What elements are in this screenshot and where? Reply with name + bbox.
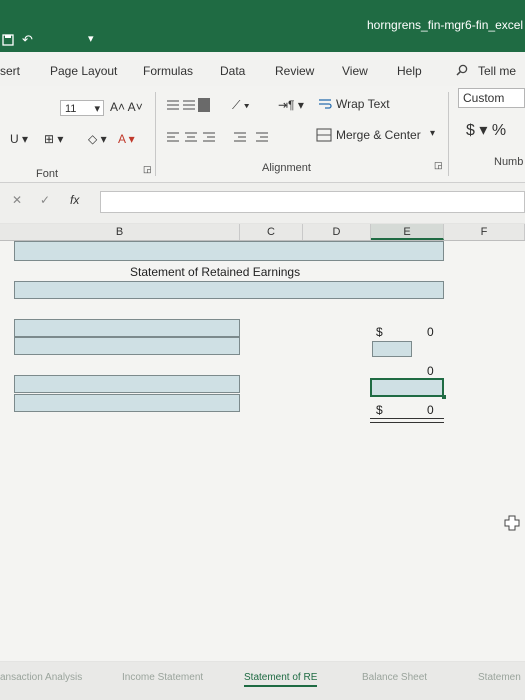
worksheet-grid[interactable]: Statement of Retained Earnings $ 0 0 $ 0 — [0, 241, 525, 661]
top-align-icon[interactable] — [166, 98, 210, 115]
save-icon[interactable] — [2, 34, 14, 49]
statement-title: Statement of Retained Earnings — [130, 265, 301, 279]
amount-value: 0 — [427, 364, 434, 378]
tab-help[interactable]: Help — [397, 64, 422, 78]
orientation-button[interactable]: ⟋ ▾ — [232, 98, 250, 113]
customize-qat-icon[interactable]: ▾ — [88, 32, 94, 45]
wrap-text-icon — [318, 98, 332, 113]
number-format-select[interactable]: Custom — [458, 88, 525, 108]
sheet-tab-statement-of-re[interactable]: Statement of RE — [244, 672, 318, 687]
column-header-f[interactable]: F — [444, 224, 525, 240]
tab-insert[interactable]: sert — [0, 64, 20, 78]
tab-view[interactable]: View — [342, 64, 368, 78]
align-buttons-icon[interactable] — [166, 130, 276, 147]
wrap-text-button[interactable]: Wrap Text — [336, 97, 390, 111]
currency-symbol: $ — [376, 403, 383, 417]
currency-symbol: $ — [376, 325, 383, 339]
group-label-number: Numb — [494, 156, 524, 168]
column-header-b[interactable]: B — [0, 224, 240, 240]
font-dialog-launcher-icon[interactable]: ◲ — [143, 164, 152, 175]
sheet-tab-balance-sheet[interactable]: Balance Sheet — [362, 672, 427, 683]
sheet-tab-transaction-analysis[interactable]: ansaction Analysis — [0, 672, 82, 683]
indent-button[interactable]: ⇥¶ ▾ — [278, 98, 304, 112]
merge-center-icon — [316, 128, 332, 145]
input-cell[interactable] — [14, 337, 240, 355]
column-headers: B C D E F — [0, 224, 525, 241]
group-label-alignment: Alignment — [262, 162, 311, 174]
period-cell[interactable] — [14, 281, 444, 299]
search-icon[interactable] — [456, 64, 468, 79]
ribbon-tabs: sert Page Layout Formulas Data Review Vi… — [0, 52, 525, 86]
tab-data[interactable]: Data — [220, 64, 245, 78]
amount-value: 0 — [427, 403, 434, 417]
amount-value: 0 — [427, 325, 434, 339]
sheet-tab-statement[interactable]: Statemen — [478, 672, 521, 683]
enter-icon[interactable]: ✓ — [40, 193, 50, 207]
grow-shrink-font-buttons[interactable]: A˄ A˅ — [110, 100, 143, 114]
cell-select-cursor-icon — [504, 515, 520, 536]
input-cell[interactable] — [14, 394, 240, 412]
fill-color-button[interactable]: ◇ ▾ — [88, 132, 107, 146]
tab-formulas[interactable]: Formulas — [143, 64, 193, 78]
column-header-d[interactable]: D — [303, 224, 371, 240]
formula-input[interactable] — [100, 191, 525, 213]
input-cell[interactable] — [14, 319, 240, 337]
insert-function-icon[interactable]: fx — [70, 193, 79, 207]
sheet-tab-bar: ansaction Analysis Income Statement Stat… — [0, 662, 525, 700]
alignment-dialog-launcher-icon[interactable]: ◲ — [434, 160, 443, 171]
sheet-tab-income-statement[interactable]: Income Statement — [122, 672, 203, 683]
window-title: horngrens_fin-mgr6-fin_excel — [367, 18, 524, 32]
font-size-select[interactable]: 11 ▾ — [60, 100, 104, 116]
font-color-button[interactable]: A ▾ — [118, 132, 135, 146]
group-label-font: Font — [36, 168, 59, 180]
formula-bar: ✕ ✓ fx — [0, 183, 525, 223]
column-header-e[interactable]: E — [371, 224, 444, 240]
column-header-c[interactable]: C — [240, 224, 303, 240]
currency-percent-buttons[interactable]: $ ▾ % — [466, 120, 506, 140]
selected-cell[interactable] — [370, 378, 444, 397]
title-bar: horngrens_fin-mgr6-fin_excel ↶ ▾ — [0, 0, 525, 52]
tab-review[interactable]: Review — [275, 64, 314, 78]
fill-handle[interactable] — [442, 395, 446, 399]
merge-center-dropdown-icon[interactable]: ▾ — [430, 128, 435, 139]
ribbon-divider — [155, 92, 156, 176]
ribbon-divider — [448, 92, 449, 176]
input-cell[interactable] — [14, 375, 240, 393]
cancel-icon[interactable]: ✕ — [12, 193, 22, 207]
double-underline — [370, 418, 444, 423]
company-name-cell[interactable] — [14, 241, 444, 261]
underline-button[interactable]: U ▾ — [10, 132, 28, 146]
borders-button[interactable]: ⊞ ▾ — [44, 132, 63, 146]
tab-page-layout[interactable]: Page Layout — [50, 64, 117, 78]
chevron-down-icon: ▾ — [94, 103, 100, 115]
tell-me-search[interactable]: Tell me — [478, 64, 516, 78]
font-size-value: 11 — [65, 103, 77, 115]
ribbon-home: 11 ▾ A˄ A˅ U ▾ ⊞ ▾ ◇ ▾ A ▾ Font ◲ ⟋ ▾ ⇥¶… — [0, 86, 525, 183]
merge-center-button[interactable]: Merge & Center — [336, 128, 421, 142]
undo-icon[interactable]: ↶ — [22, 32, 33, 48]
amount-input-cell[interactable] — [372, 341, 412, 357]
